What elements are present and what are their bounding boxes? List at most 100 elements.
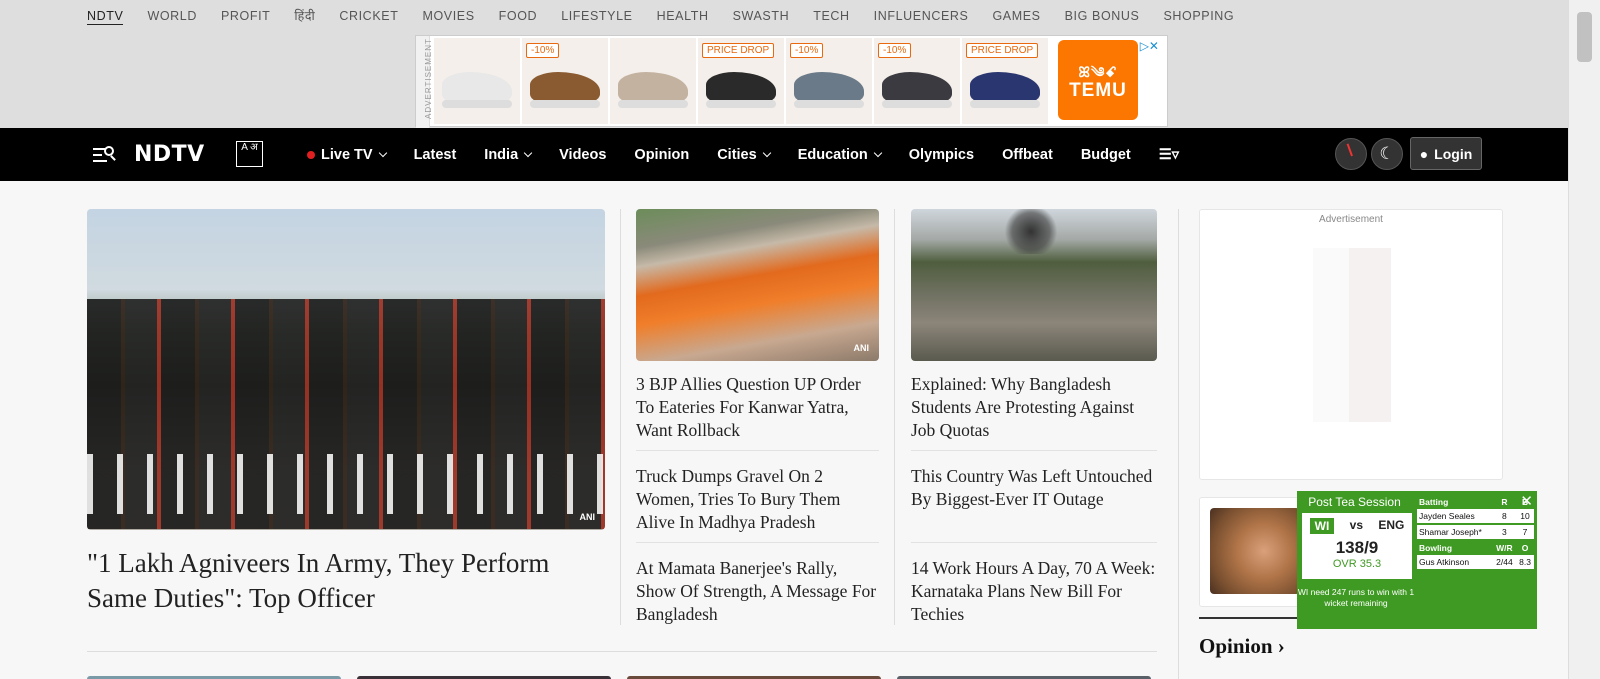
- nav-item-india[interactable]: India: [484, 147, 533, 163]
- story-headline[interactable]: At Mamata Banerjee's Rally, Show Of Stre…: [636, 557, 879, 626]
- ad-products: -10% PRICE DROP -10% -10% PRICE DROP: [434, 38, 1048, 124]
- discount-badge: PRICE DROP: [702, 43, 775, 58]
- vs-label: vs: [1349, 518, 1363, 532]
- top-nav-health[interactable]: HEALTH: [657, 8, 709, 25]
- nav-item-cities[interactable]: Cities: [717, 147, 771, 163]
- product-image: [794, 72, 864, 108]
- live-score-widget[interactable]: ✕ Post Tea Session WI vs ENG 138/9 OVR 3…: [1297, 491, 1537, 629]
- ad-product-tile[interactable]: [610, 38, 696, 124]
- nav-item-education[interactable]: Education: [798, 147, 883, 163]
- ad-label: ADVERTISEMENT: [416, 36, 433, 128]
- story-headline[interactable]: Truck Dumps Gravel On 2 Women, Tries To …: [636, 465, 879, 534]
- nav-item-live-tv[interactable]: Live TV: [307, 147, 387, 163]
- language-toggle-button[interactable]: A अ: [236, 141, 263, 167]
- scrollbar-thumb[interactable]: [1577, 12, 1592, 62]
- ad-product-tile[interactable]: PRICE DROP: [962, 38, 1048, 124]
- story-headline[interactable]: 14 Work Hours A Day, 70 A Week: Karnatak…: [911, 557, 1157, 626]
- story-image-kanwar-yatra[interactable]: ANI: [636, 209, 879, 361]
- top-nav-ndtv[interactable]: NDTV: [87, 8, 124, 25]
- player-stats-table: Batting R B Jayden Seales 8 10 Shamar Jo…: [1417, 495, 1534, 571]
- chevron-down-icon: [523, 148, 533, 157]
- bowler-row: Gus Atkinson 2/44 8.3: [1417, 555, 1534, 571]
- ad-product-tile[interactable]: -10%: [522, 38, 608, 124]
- main-nav: Live TV Latest India Videos Opinion Cities Edu…: [307, 128, 1207, 181]
- login-button[interactable]: ● Login: [1410, 137, 1482, 170]
- chevron-down-icon: [762, 148, 771, 157]
- menu-search-icon[interactable]: [93, 146, 117, 164]
- ad-product-tile[interactable]: -10%: [874, 38, 960, 124]
- nav-item-olympics[interactable]: Olympics: [909, 147, 974, 163]
- page-scrollbar[interactable]: [1568, 0, 1600, 679]
- nav-item-latest[interactable]: Latest: [414, 147, 457, 163]
- ad-label: Advertisement: [1319, 214, 1383, 225]
- story-headline[interactable]: Explained: Why Bangladesh Students Are P…: [911, 373, 1157, 442]
- column-divider: [1178, 209, 1179, 679]
- top-nav-movies[interactable]: MOVIES: [422, 8, 474, 25]
- ad-product-tile[interactable]: [434, 38, 520, 124]
- top-nav-big-bonus[interactable]: BIG BONUS: [1065, 8, 1140, 25]
- ad-product-tile[interactable]: PRICE DROP: [698, 38, 784, 124]
- hero-image[interactable]: ANI: [87, 209, 605, 530]
- more-menu-icon[interactable]: ☰▿: [1159, 147, 1179, 163]
- dark-mode-icon[interactable]: ☾: [1371, 138, 1403, 170]
- banner-ad[interactable]: ADVERTISEMENT -10% PRICE DROP -10% -10% PRIC…: [415, 35, 1168, 128]
- opinion-section-title[interactable]: Opinion ›: [1199, 634, 1285, 659]
- login-label: Login: [1434, 145, 1473, 162]
- top-nav-cricket[interactable]: CRICKET: [339, 8, 398, 25]
- story-headline[interactable]: This Country Was Left Untouched By Bigge…: [911, 465, 1157, 511]
- batter-row: Shamar Joseph* 3 7: [1417, 524, 1534, 541]
- top-nav-food[interactable]: FOOD: [499, 8, 538, 25]
- discount-badge: -10%: [790, 43, 824, 58]
- column-divider: [894, 209, 895, 625]
- ndtv-logo[interactable]: NDTV: [134, 142, 205, 167]
- top-nav-hindi[interactable]: हिंदी: [294, 8, 315, 25]
- user-icon: ●: [1419, 145, 1429, 162]
- top-nav-world[interactable]: WORLD: [147, 8, 197, 25]
- hero-headline[interactable]: "1 Lakh Agniveers In Army, They Perform …: [87, 546, 605, 616]
- batter-row: Jayden Seales 8 10: [1417, 509, 1534, 525]
- discount-badge: PRICE DROP: [966, 43, 1039, 58]
- sidebar-ad[interactable]: Advertisement: [1199, 209, 1503, 480]
- top-nav-games[interactable]: GAMES: [992, 8, 1040, 25]
- top-nav-swasth[interactable]: SWASTH: [733, 8, 790, 25]
- story-headline[interactable]: 3 BJP Allies Question UP Order To Eateri…: [636, 373, 879, 442]
- top-nav-shopping[interactable]: SHOPPING: [1163, 8, 1234, 25]
- team1-label: WI: [1309, 518, 1335, 534]
- live-dot-icon: [307, 150, 315, 159]
- top-nav-lifestyle[interactable]: LIFESTYLE: [561, 8, 632, 25]
- top-strip: NDTV WORLD PROFIT हिंदी CRICKET MOVIES F…: [0, 0, 1568, 128]
- temu-glyphs: ꕤ༄ꗃ: [1078, 64, 1118, 80]
- discount-badge: -10%: [526, 43, 560, 58]
- nav-item-videos[interactable]: Videos: [559, 147, 606, 163]
- top-nav: NDTV WORLD PROFIT हिंदी CRICKET MOVIES F…: [87, 8, 1258, 25]
- score-runs: 138/9: [1335, 538, 1379, 557]
- nav-item-budget[interactable]: Budget: [1081, 147, 1131, 163]
- top-nav-tech[interactable]: TECH: [813, 8, 849, 25]
- chevron-down-icon: [873, 148, 883, 157]
- temu-logo[interactable]: ꕤ༄ꗃ TEMU: [1058, 40, 1138, 120]
- product-image: [530, 72, 600, 108]
- ad-product-tile[interactable]: -10%: [786, 38, 872, 124]
- discount-badge: -10%: [878, 43, 912, 58]
- nav-item-offbeat[interactable]: Offbeat: [1002, 147, 1053, 163]
- top-nav-profit[interactable]: PROFIT: [221, 8, 270, 25]
- score-card: WI vs ENG 138/9 OVR 35.3: [1302, 513, 1412, 579]
- adchoices-icon[interactable]: ▷✕: [1140, 39, 1159, 53]
- story-image-bangladesh[interactable]: [911, 209, 1157, 361]
- clock-icon[interactable]: [1335, 138, 1367, 170]
- chevron-down-icon: [378, 148, 387, 157]
- nav-item-opinion[interactable]: Opinion: [634, 147, 689, 163]
- score-overs: OVR 35.3: [1332, 558, 1382, 570]
- top-nav-influencers[interactable]: INFLUENCERS: [874, 8, 969, 25]
- sidebar-story-image[interactable]: [1210, 508, 1300, 594]
- section-divider: [87, 651, 1157, 652]
- image-credit: ANI: [579, 512, 596, 522]
- product-image: [442, 72, 512, 108]
- image-credit: ANI: [853, 343, 870, 353]
- match-situation: WI need 247 runs to win with 1 wicket re…: [1297, 587, 1415, 608]
- product-image: [882, 72, 952, 108]
- product-image: [618, 72, 688, 108]
- column-divider: [620, 209, 621, 625]
- team2-label: ENG: [1378, 518, 1405, 532]
- product-image: [970, 72, 1040, 108]
